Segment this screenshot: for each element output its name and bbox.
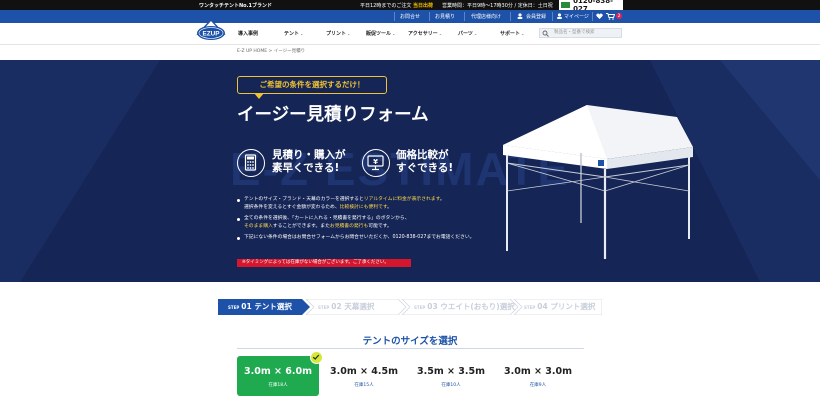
search-icon[interactable] xyxy=(542,30,549,37)
bullet-realtime-price: テントのサイズ・ブランド・天幕のカラーを選択するとリアルタイムに料金が表示されま… xyxy=(237,196,527,212)
top-info-bar: ワンタッチテントNo.1ブランド 平日12時までのご注文 当日出荷 営業時間：平… xyxy=(0,0,820,13)
divider xyxy=(552,12,553,21)
agency-link[interactable]: 代理店様向け xyxy=(471,13,501,20)
chevron-down-icon: ⌄ xyxy=(300,31,304,36)
divider xyxy=(464,12,465,21)
section-title: テントのサイズを選択 xyxy=(362,336,458,347)
cart-icon[interactable] xyxy=(606,13,615,20)
quote-link[interactable]: お見積り xyxy=(435,13,455,20)
nav-parts[interactable]: パーツ⌄ xyxy=(458,30,477,37)
size-option-3x4.5[interactable]: 3.0m × 4.5m 在庫15人 xyxy=(323,356,405,396)
cart-count-badge: 2 xyxy=(616,13,622,19)
search-input[interactable]: 製品名・型番で検索 xyxy=(539,28,622,38)
pill-arrow xyxy=(254,93,264,99)
step-3-weight[interactable]: STEP 03 ウエイト(おもり)選択 xyxy=(414,299,515,315)
size-option-3x3[interactable]: 3.0m × 3.0m 在庫9人 xyxy=(497,356,579,396)
step-2-canopy[interactable]: STEP 02 天幕選択 xyxy=(318,299,374,315)
user-icon xyxy=(557,13,562,19)
divider xyxy=(510,12,511,21)
step-indicator: STEP 01 テント選択 STEP 02 天幕選択 STEP 03 ウエイト(おもり… xyxy=(218,299,602,315)
utility-bar: お問合せ お見積り 代理店様向け 会員登録 マイページ 2 xyxy=(0,10,820,23)
nav-support[interactable]: サポート⌄ xyxy=(500,30,524,37)
hero-description: テントのサイズ・ブランド・天幕のカラーを選択するとリアルタイムに料金が表示されま… xyxy=(237,196,527,245)
svg-text:¥: ¥ xyxy=(373,158,378,166)
yen-monitor-icon: ¥ xyxy=(362,149,390,177)
brand-tagline: ワンタッチテントNo.1ブランド xyxy=(199,3,272,9)
breadcrumb: E-Z UP HOME > イージー見積り xyxy=(237,49,306,54)
user-plus-icon xyxy=(517,13,523,19)
freedial-icon xyxy=(561,2,571,8)
select-conditions-pill: ご希望の条件を選択するだけ！ xyxy=(237,76,387,94)
step-4-print[interactable]: STEP 04 プリント選択 xyxy=(524,299,595,315)
mypage-link[interactable]: マイページ xyxy=(564,13,589,20)
shipping-notice: 平日12時までのご注文 当日出荷 xyxy=(360,3,433,9)
nav-tent[interactable]: テント⌄ xyxy=(284,30,303,37)
logo-text: EZUP xyxy=(202,30,220,37)
contact-link[interactable]: お問合せ xyxy=(400,13,420,20)
chevron-down-icon: ⌄ xyxy=(473,31,478,36)
chevron-down-icon: ⌄ xyxy=(347,31,351,36)
business-hours: 営業時間：平日9時〜17時30分 / 定休日：土日祝 xyxy=(442,3,553,9)
checkmark-icon xyxy=(310,351,323,364)
bullet-purchase: 全ての条件を選択後、「カートに入れる・見積書を発行する」のボタンから、 そのまま… xyxy=(237,215,527,231)
nav-promo-tools[interactable]: 販促ツール⌄ xyxy=(366,30,395,37)
feature-price-compare: 価格比較が すぐできる! xyxy=(396,149,454,174)
title-divider xyxy=(237,348,584,349)
nav-case-studies[interactable]: 導入事例 xyxy=(238,30,258,37)
ezup-logo[interactable]: EZUP xyxy=(196,18,226,42)
divider xyxy=(592,12,593,21)
same-day-label: 当日出荷 xyxy=(412,3,433,9)
divider xyxy=(394,12,395,21)
divider xyxy=(429,12,430,21)
main-navigation: 導入事例 テント⌄ プリント⌄ 販促ツール⌄ アクセサリー⌄ パーツ⌄ サポート… xyxy=(0,23,820,45)
chevron-down-icon: ⌄ xyxy=(438,31,443,36)
heart-icon[interactable] xyxy=(596,13,603,20)
stock-warning: ※タイミングによっては在庫がない場合がございます。ご了承ください。 xyxy=(237,259,411,267)
chevron-down-icon: ⌄ xyxy=(392,31,396,36)
tent-illustration xyxy=(503,105,693,259)
size-option-3.5x3.5[interactable]: 3.5m × 3.5m 在庫10人 xyxy=(410,356,492,396)
calculator-icon xyxy=(237,149,265,177)
page-title: イージー見積りフォーム xyxy=(237,105,429,125)
nav-print[interactable]: プリント⌄ xyxy=(326,30,350,37)
size-option-3x6[interactable]: 3.0m × 6.0m 在庫18人 xyxy=(237,356,319,396)
bullet-contact: 下記にない条件の場合はお問合せフォームからお問合せいただくか、0120-838-… xyxy=(237,234,527,242)
nav-accessories[interactable]: アクセサリー⌄ xyxy=(408,30,442,37)
feature-quick-quote: 見積り・購入が 素早くできる! xyxy=(272,149,346,174)
chevron-down-icon: ⌄ xyxy=(521,31,525,36)
phone-number-link[interactable]: 0120-838-027 xyxy=(559,0,623,13)
step-1-tent[interactable]: STEP 01 テント選択 xyxy=(228,299,292,315)
register-link[interactable]: 会員登録 xyxy=(526,13,546,20)
